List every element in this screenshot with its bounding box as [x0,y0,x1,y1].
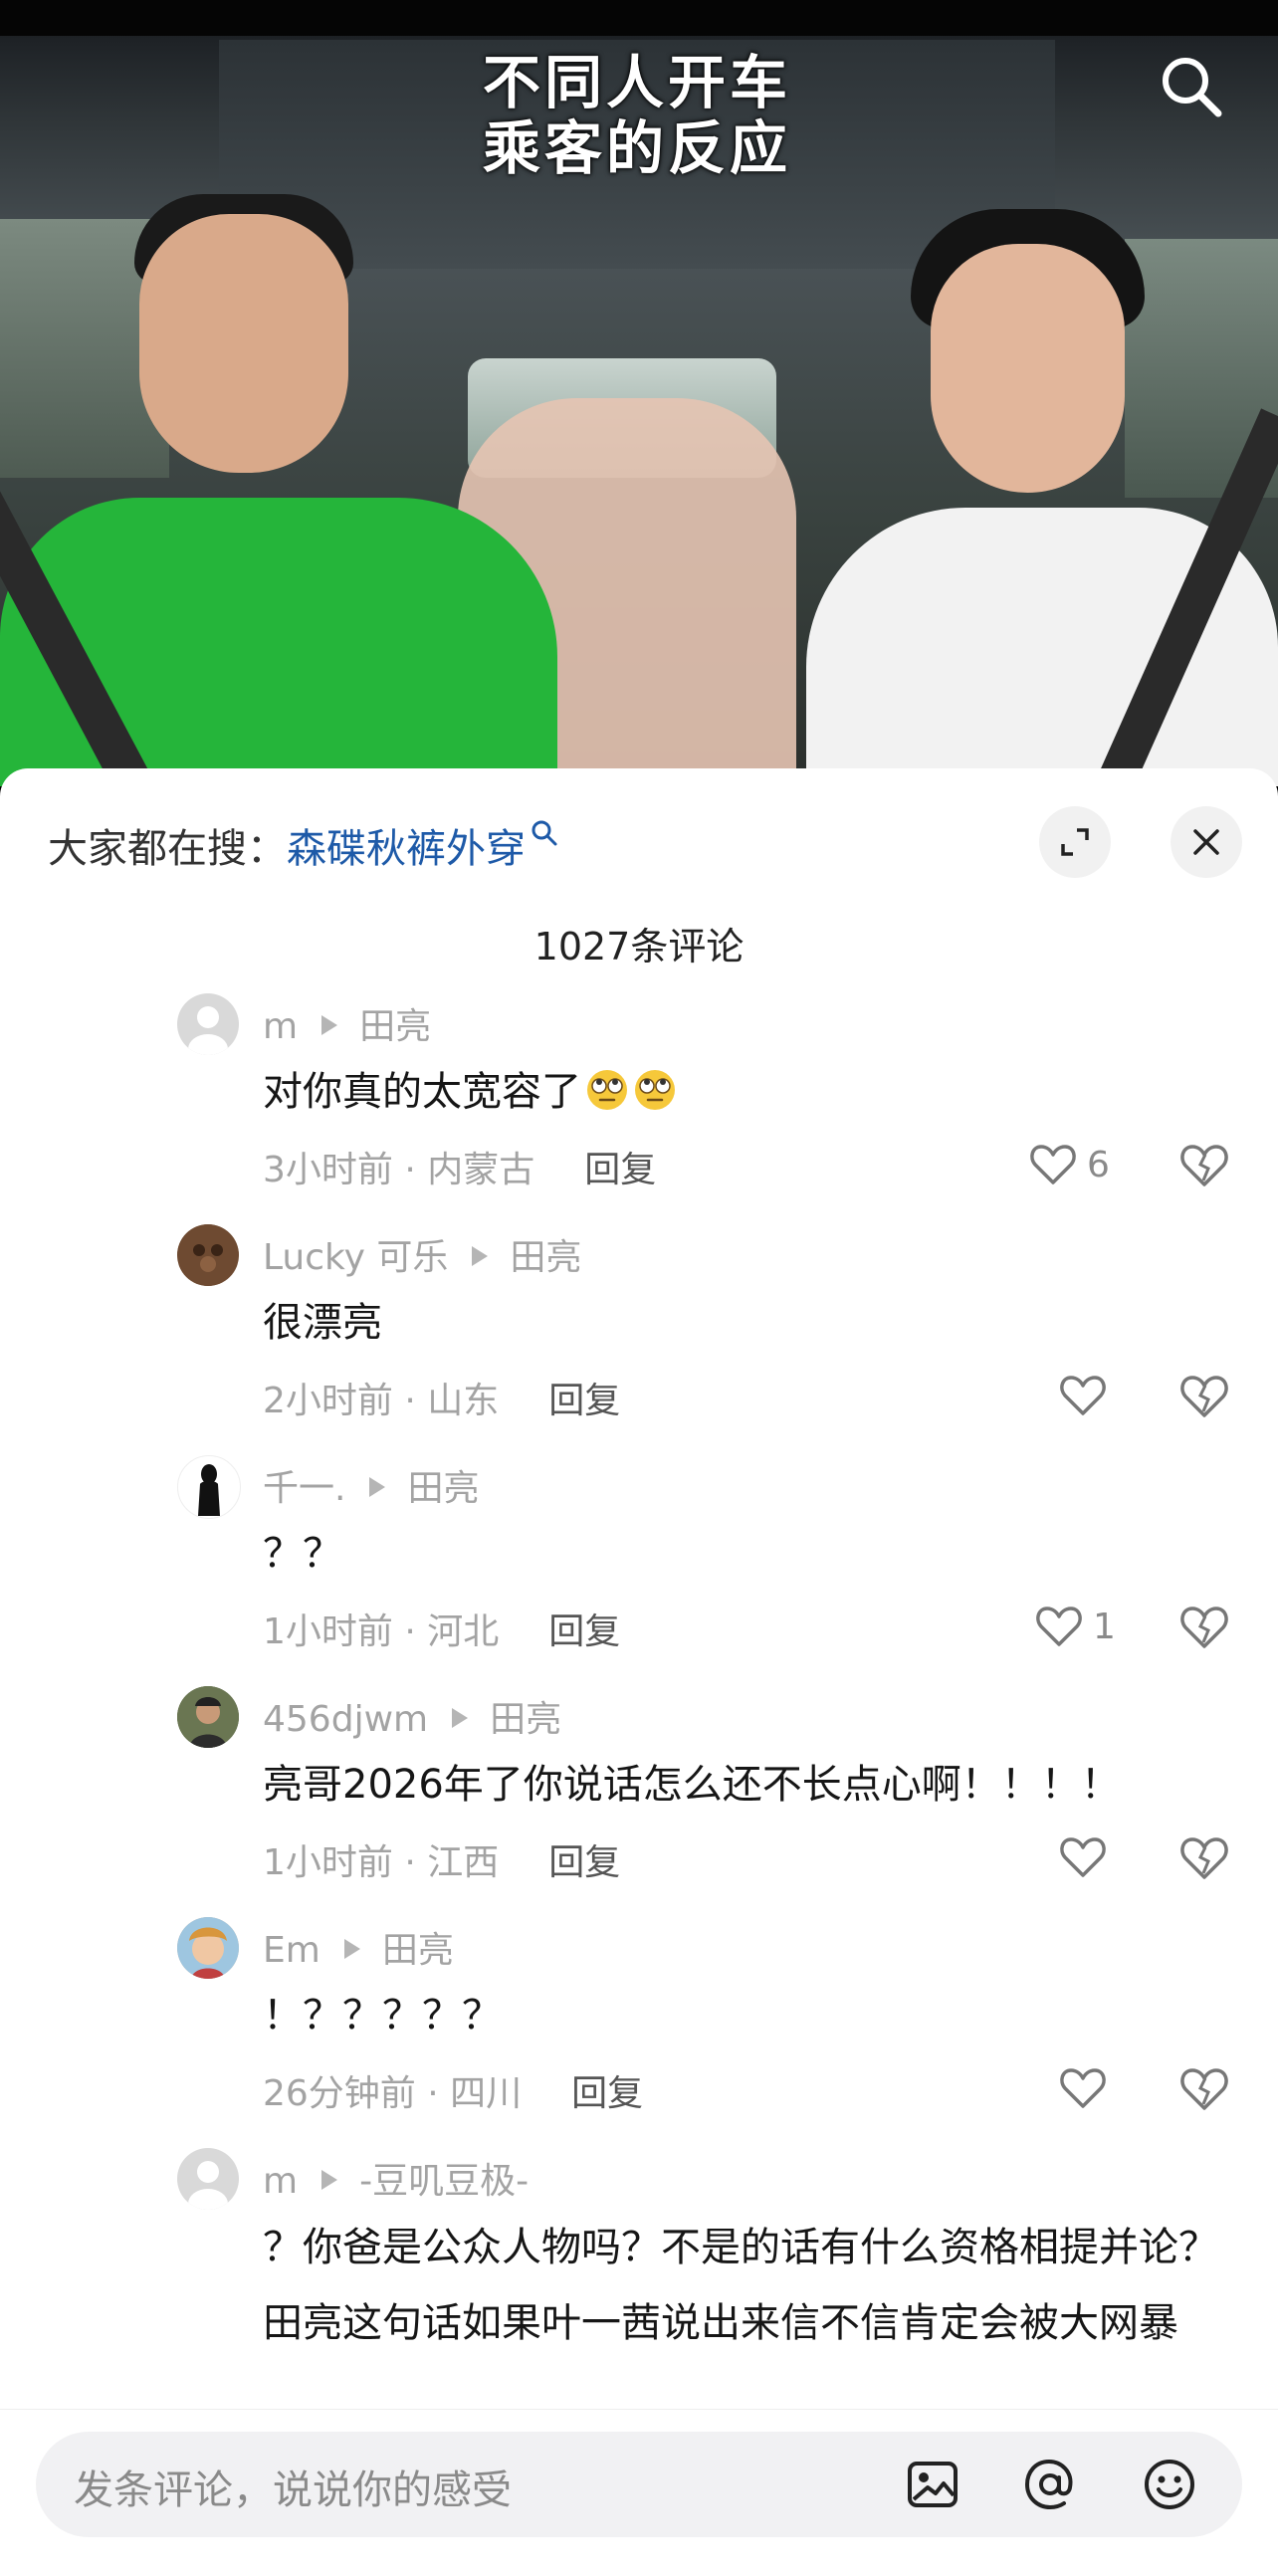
comment-input-placeholder: 发条评论，说说你的感受 [74,2468,512,2513]
broken-heart-icon[interactable] [1178,1370,1230,1421]
search-icon [532,820,557,846]
reply-button[interactable]: 回复 [548,1611,620,1652]
heart-icon [1030,1145,1076,1184]
comment-user-line: 千一. 田亮 [263,1459,479,1511]
reply-to-user[interactable]: -豆叽豆极- [359,2161,529,2202]
avatar[interactable] [177,1686,239,1748]
reply-arrow-icon [321,1015,338,1035]
avatar[interactable] [177,1224,239,1286]
reply-button[interactable]: 回复 [548,1842,620,1883]
reply-arrow-icon [343,1939,360,1959]
comment-user-line: 456djwm 田亮 [263,1690,561,1742]
like-button[interactable]: 6 [1029,1137,1110,1192]
heart-icon [1036,1607,1082,1646]
trending-keyword[interactable]: 森碟秋裤外穿 [287,826,526,872]
comment-input[interactable]: 发条评论，说说你的感受 [36,2432,1242,2537]
emoji-icon[interactable] [1139,2454,1200,2515]
trending-search[interactable]: 大家都在搜：森碟秋裤外穿 [48,816,559,874]
comment-meta: 1小时前 · 江西 回复 [263,1833,620,1885]
like-button[interactable] [1059,2060,1107,2116]
like-button[interactable] [1059,1829,1107,1885]
reply-to-user[interactable]: 田亮 [359,1006,431,1047]
comment-text: ！？？？？？ [263,1993,502,2039]
avatar[interactable] [177,1455,241,1519]
reply-button[interactable]: 回复 [571,2073,643,2114]
reply-to-user[interactable]: 田亮 [407,1468,479,1509]
comment-sheet: 大家都在搜：森碟秋裤外穿 1027条评论 m 田亮 对你真的太宽容了 3小时前 ·… [0,768,1278,2575]
comment-time-location: 1小时前 · 河北 [263,1611,500,1652]
reply-arrow-icon [369,1477,386,1497]
broken-heart-icon[interactable] [1178,1831,1230,1883]
comment-text: 对你真的太宽容了 [263,1063,1238,1121]
comment-meta: 26分钟前 · 四川 回复 [263,2064,643,2116]
driver-head [139,214,348,473]
heart-icon [1060,1837,1106,1877]
comment-user-line: Lucky 可乐 田亮 [263,1228,581,1280]
passenger-head [931,244,1125,493]
comment-input-area: 发条评论，说说你的感受 [0,2409,1278,2576]
comment-text: 亮哥2026年了你说话怎么还不长点心啊！！！！ [263,1762,1121,1808]
status-strip [0,0,1278,36]
reply-button[interactable]: 回复 [584,1150,656,1190]
reply-arrow-icon [321,2170,338,2190]
like-button[interactable]: 1 [1035,1599,1116,1654]
comment-text-body: 对你真的太宽容了 [263,1069,581,1115]
video-player[interactable]: 不同人开车 乘客的反应 [0,0,1278,786]
expand-icon [1061,828,1089,856]
comment-text: ？你爸是公众人物吗？不是的话有什么资格相提并论？田亮这句话如果叶一茜说出来信不信… [263,2225,1218,2346]
heart-icon [1060,1376,1106,1415]
username[interactable]: 456djwm [263,1699,428,1740]
like-count: 6 [1087,1144,1110,1185]
comment-user-line: m -豆叽豆极- [263,2152,529,2204]
broken-heart-icon[interactable] [1178,2062,1230,2114]
reply-to-user[interactable]: 田亮 [510,1237,581,1278]
username[interactable]: Lucky 可乐 [263,1237,448,1278]
comment-text: 很漂亮 [263,1300,382,1346]
like-count: 1 [1093,1606,1116,1647]
username[interactable]: Em [263,1930,320,1971]
comment-time-location: 2小时前 · 山东 [263,1381,500,1421]
heart-icon [1060,2068,1106,2108]
comment-meta: 2小时前 · 山东 回复 [263,1372,620,1423]
comment-meta: 1小时前 · 河北 回复 [263,1603,620,1654]
avatar[interactable] [177,1917,239,1979]
username[interactable]: m [263,2161,298,2202]
comment-user-line: Em 田亮 [263,1921,454,1973]
comment-user-line: m 田亮 [263,997,431,1049]
comment-text: ？？ [263,1531,342,1577]
reply-arrow-icon [452,1708,469,1728]
comment-count: 1027条评论 [533,925,745,968]
expand-button[interactable] [1039,806,1111,878]
broken-heart-icon[interactable] [1178,1139,1230,1190]
username[interactable]: m [263,1006,298,1047]
reply-to-user[interactable]: 田亮 [382,1930,454,1971]
close-icon [1193,829,1219,855]
caption-line-1: 不同人开车 [482,49,791,116]
username[interactable]: 千一. [263,1468,345,1509]
driver-green-shirt [0,498,557,786]
comment-meta: 3小时前 · 内蒙古 回复 [263,1141,656,1192]
like-button[interactable] [1059,1368,1107,1423]
comment-time-location: 1小时前 · 江西 [263,1842,500,1883]
avatar[interactable] [177,993,239,1055]
close-button[interactable] [1171,806,1242,878]
reply-arrow-icon [472,1246,489,1266]
trending-label: 大家都在搜： [48,826,287,872]
avatar[interactable] [177,2148,239,2210]
comment-time-location: 3小时前 · 内蒙古 [263,1150,535,1190]
reply-button[interactable]: 回复 [548,1381,620,1421]
broken-heart-icon[interactable] [1178,1601,1230,1652]
at-icon[interactable] [1019,2454,1081,2515]
reply-to-user[interactable]: 田亮 [490,1699,561,1740]
caption-line-2: 乘客的反应 [482,114,791,182]
eye-roll-emoji-icon [635,1070,675,1110]
comment-time-location: 26分钟前 · 四川 [263,2073,523,2114]
image-icon[interactable] [902,2454,963,2515]
eye-roll-emoji-icon [587,1070,627,1110]
video-caption: 不同人开车 乘客的反应 [388,50,886,181]
search-icon[interactable] [1157,52,1226,121]
